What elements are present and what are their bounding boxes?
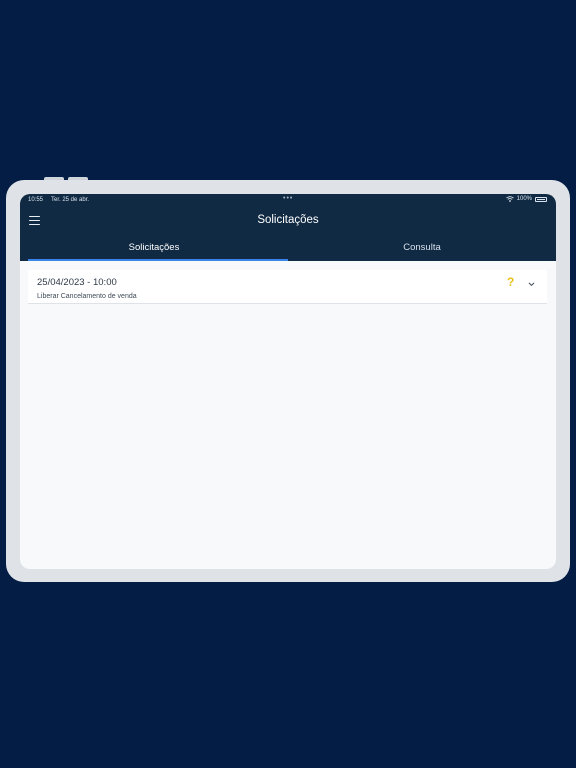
request-description: Liberar Cancelamento de venda [37, 293, 137, 300]
status-time: 10:55 [28, 197, 44, 203]
request-list-item[interactable]: 25/04/2023 - 10:00 Liberar Cancelamento … [28, 270, 547, 304]
app-header: 10:55 Ter. 25 de abr. ••• 100% Solicitaç… [20, 194, 556, 261]
tab-bar: Solicitações Consulta [20, 238, 556, 261]
status-right: 100% [505, 196, 547, 202]
status-date: Ter. 25 de abr. [51, 197, 90, 203]
multitasking-dots-icon[interactable]: ••• [283, 195, 293, 202]
tablet-frame: 10:55 Ter. 25 de abr. ••• 100% Solicitaç… [6, 177, 570, 582]
wifi-icon [505, 196, 514, 202]
tab-solicitacoes[interactable]: Solicitações [20, 238, 288, 261]
tab-consulta[interactable]: Consulta [288, 238, 556, 261]
battery-icon [535, 196, 547, 202]
status-bar: 10:55 Ter. 25 de abr. ••• 100% [20, 194, 556, 206]
volume-button [44, 177, 64, 180]
chevron-down-icon[interactable] [527, 280, 536, 289]
battery-percent: 100% [516, 196, 532, 202]
page-title: Solicitações [257, 214, 319, 226]
request-datetime: 25/04/2023 - 10:00 [37, 277, 117, 288]
app-screen: 10:55 Ter. 25 de abr. ••• 100% Solicitaç… [20, 194, 556, 569]
question-icon: ? [507, 275, 515, 289]
volume-button [68, 177, 88, 180]
